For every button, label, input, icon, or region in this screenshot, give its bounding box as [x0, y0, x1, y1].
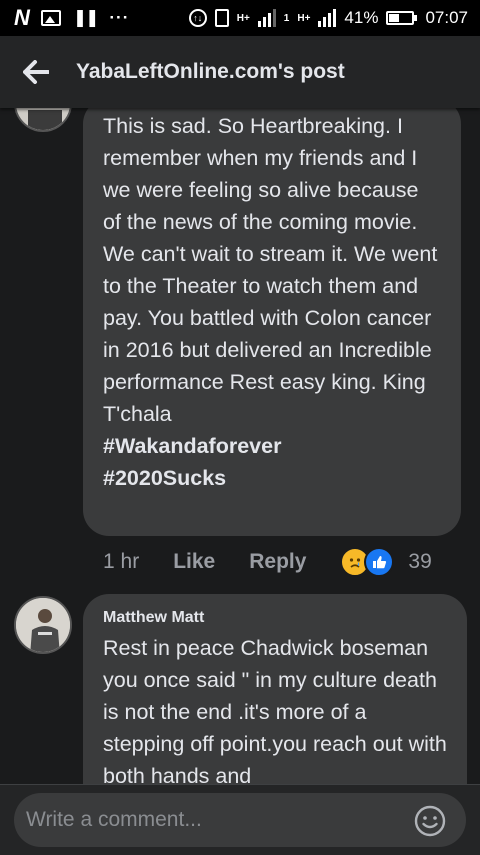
smiley-icon[interactable]	[414, 805, 446, 837]
comment-text: This is sad. So Heartbreaking. I remembe…	[103, 114, 438, 426]
arrow-left-icon	[23, 60, 49, 84]
network-type-1: H+	[236, 12, 250, 24]
hashtag-link[interactable]: #2020Sucks	[103, 462, 441, 494]
comment-timestamp: 1 hr	[103, 550, 140, 573]
comment-author[interactable]: Matthew Matt	[103, 608, 447, 628]
avatar[interactable]	[14, 108, 72, 132]
signal-icon-2	[318, 9, 337, 27]
gallery-icon	[40, 10, 61, 26]
comment-text: Rest in peace Chadwick boseman you once …	[103, 636, 447, 784]
comment-bubble[interactable]: Matthew Matt Rest in peace Chadwick bose…	[83, 594, 467, 784]
data-saver-icon: ↑↓	[188, 9, 207, 27]
app-header: YabaLeftOnline.com's post	[0, 36, 480, 108]
back-button[interactable]	[16, 52, 56, 92]
battery-icon	[386, 11, 418, 25]
comment-actions: 1 hr Like Reply 39	[103, 542, 432, 582]
reactions-summary[interactable]: 39	[340, 547, 432, 577]
avatar-photo-icon	[16, 108, 70, 130]
like-reaction-icon	[364, 547, 395, 577]
signal-icon-1	[257, 9, 276, 27]
n-app-icon: N	[14, 5, 30, 30]
page-title: YabaLeftOnline.com's post	[76, 60, 345, 83]
reaction-count: 39	[408, 550, 432, 573]
sim-number: 1	[283, 12, 290, 24]
vibrate-icon	[214, 9, 229, 27]
comment-composer	[0, 784, 480, 855]
clock: 07:07	[425, 8, 468, 27]
avatar[interactable]	[14, 596, 72, 654]
comment-bubble[interactable]: This is sad. So Heartbreaking. I remembe…	[83, 108, 461, 536]
avatar-photo-icon	[16, 598, 70, 652]
hashtag-link[interactable]: #Wakandaforever	[103, 430, 441, 462]
reply-button[interactable]: Reply	[249, 550, 306, 574]
pause-icon: ❚❚	[72, 8, 99, 27]
like-button[interactable]: Like	[173, 550, 215, 574]
more-notifications-icon: ···	[109, 8, 130, 27]
network-type-2: H+	[297, 12, 311, 24]
battery-percent: 41%	[344, 8, 379, 27]
comment-input[interactable]	[14, 793, 466, 847]
status-bar: N ❚❚ ··· ↑↓ H+ 1 H+ 41% 07:07	[0, 0, 480, 36]
comments-feed[interactable]: This is sad. So Heartbreaking. I remembe…	[0, 108, 480, 784]
